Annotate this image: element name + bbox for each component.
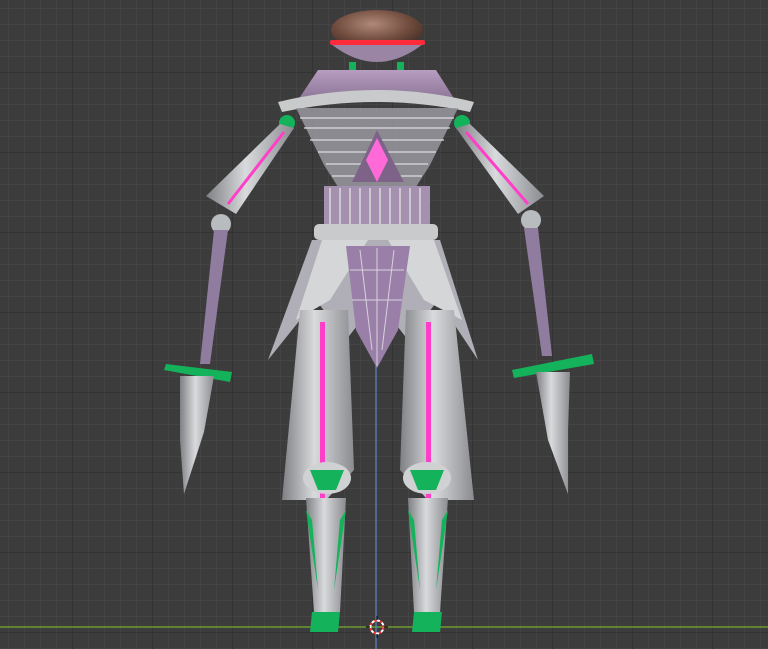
head (330, 10, 425, 76)
right-arm (454, 115, 594, 494)
3d-viewport[interactable] (0, 0, 768, 649)
left-arm (164, 115, 295, 494)
torso (278, 70, 474, 240)
character-model (164, 10, 594, 632)
scene-canvas (0, 10, 768, 649)
right-leg (400, 310, 474, 632)
left-leg (282, 310, 354, 632)
